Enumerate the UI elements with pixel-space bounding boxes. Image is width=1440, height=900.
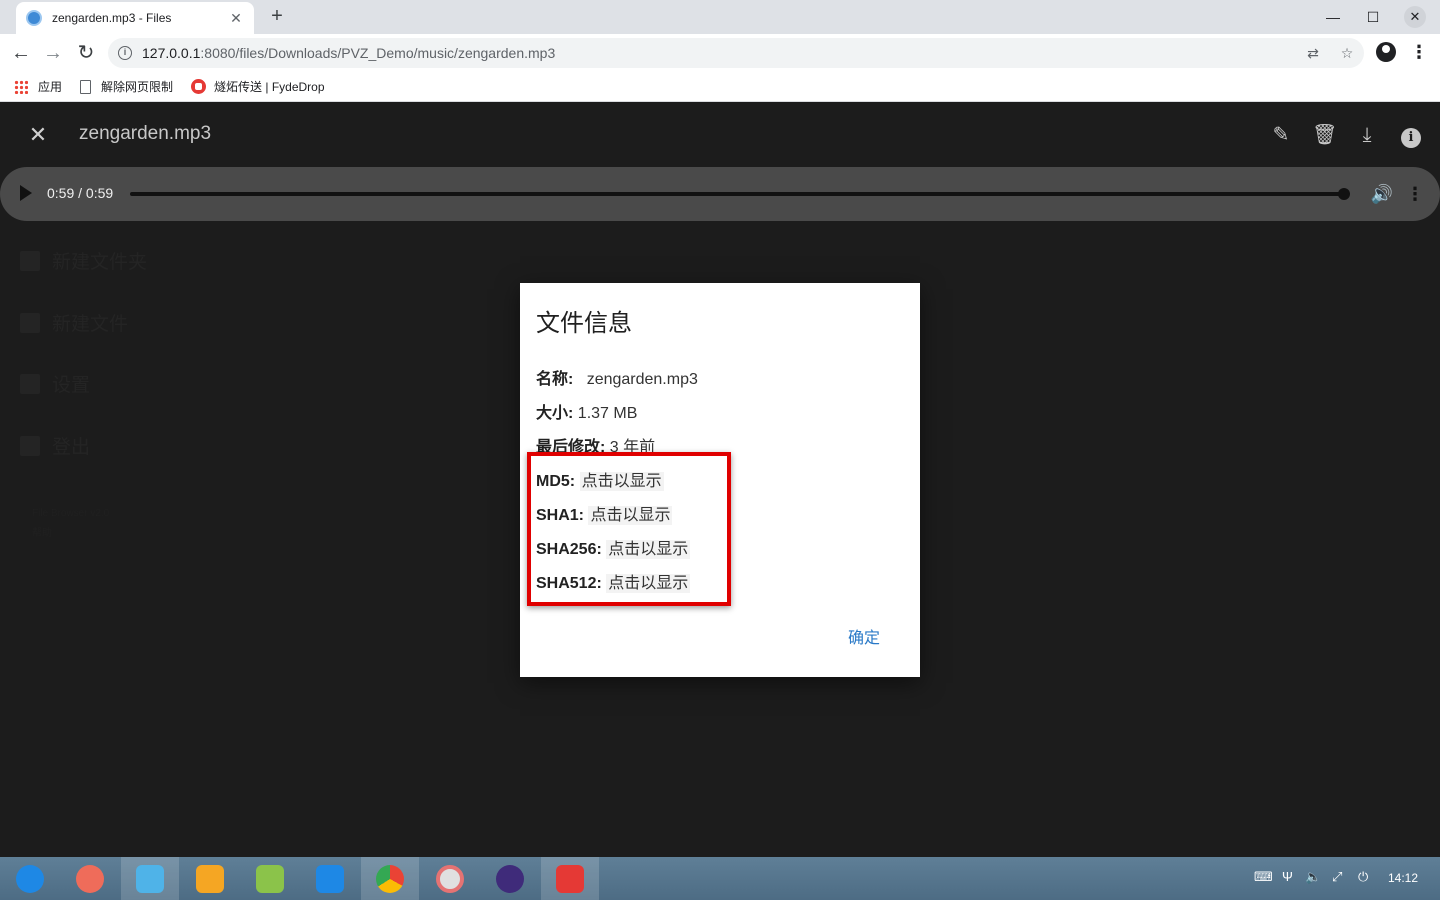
sidebar-item-label: 新建文件夹 (52, 252, 148, 273)
file-manager-icon (136, 864, 164, 893)
new-folder-icon (20, 250, 40, 271)
logout-icon (20, 435, 40, 456)
audio-player: 0:59 / 0:59 🔊 ⋮ (0, 167, 1440, 221)
fydedrop-icon (191, 79, 207, 94)
sidebar-footer-help[interactable]: 帮助 (32, 524, 52, 539)
bookmark-label: 燧炻传送 | FydeDrop (214, 80, 325, 94)
bookmark-fydedrop[interactable]: 燧炻传送 | FydeDrop (191, 78, 325, 95)
translate-icon[interactable]: ⇄ (1304, 43, 1322, 63)
bookmark-unlock-page[interactable]: 解除网页限制 (80, 78, 173, 95)
taskbar-music[interactable] (241, 857, 299, 900)
system-monitor-icon (496, 864, 524, 893)
music-player-icon (256, 864, 284, 893)
bookmark-apps[interactable]: 应用 (14, 78, 62, 95)
files-favicon-icon (26, 10, 42, 26)
url-text: 127.0.0.1:8080/files/Downloads/PVZ_Demo/… (142, 45, 555, 61)
terminal-icon (556, 864, 584, 893)
viewer-file-name: zengarden.mp3 (79, 123, 212, 144)
taskbar-chrome[interactable] (361, 857, 419, 900)
close-viewer-icon[interactable]: ✕ (26, 123, 50, 147)
close-tab-icon[interactable]: ✕ (228, 10, 244, 27)
back-arrow-icon[interactable]: ← (8, 40, 34, 66)
site-info-icon[interactable]: i (118, 46, 132, 60)
taskbar-file-manager[interactable] (121, 857, 179, 900)
playback-time: 0:59 / 0:59 (47, 185, 114, 201)
profile-avatar-icon[interactable] (1376, 42, 1396, 62)
browser-toolbar: ← → ↻ i 127.0.0.1:8080/files/Downloads/P… (0, 34, 1440, 72)
volume-tray-icon[interactable]: 🔈 (1305, 869, 1321, 885)
seek-thumb[interactable] (1338, 188, 1350, 200)
taskbar-video[interactable] (301, 857, 359, 900)
rename-pencil-icon[interactable]: ✎ (1269, 123, 1293, 147)
reload-icon[interactable]: ↻ (73, 40, 99, 66)
bookmark-label: 解除网页限制 (101, 80, 174, 94)
network-icon[interactable]: ⤢ (1332, 869, 1342, 885)
sidebar-footer-version: File Browser v2.0 (32, 508, 110, 519)
delete-trash-icon[interactable]: 🗑 (1312, 123, 1337, 147)
play-icon[interactable] (20, 185, 32, 201)
browser-menu-icon[interactable]: ⋮ (1410, 41, 1428, 63)
tab-title: zengarden.mp3 - Files (52, 11, 172, 25)
close-window-icon[interactable]: ✕ (1404, 6, 1426, 28)
taskbar-system-monitor[interactable] (481, 857, 539, 900)
clock[interactable]: 14:12 (1388, 871, 1418, 885)
app-store-icon (196, 864, 224, 893)
sidebar-item-settings[interactable]: 设置 (20, 370, 90, 397)
sidebar-item-label: 设置 (52, 375, 91, 396)
chrome-icon (376, 864, 404, 893)
video-player-icon (316, 864, 344, 893)
ok-button[interactable]: 确定 (848, 624, 880, 648)
file-info-dialog: 文件信息 名称: zengarden.mp3 大小: 1.37 MB 最后修改:… (520, 283, 920, 677)
power-icon[interactable]: ⏻ (1358, 869, 1368, 885)
apps-grid-icon (14, 79, 28, 94)
settings-icon (20, 373, 40, 394)
viewer-header: ✕ zengarden.mp3 ✎ 🗑 ⤓ i (0, 103, 1440, 167)
settings-gear-icon (436, 864, 464, 893)
maximize-window-icon[interactable]: ☐ (1362, 6, 1384, 28)
address-bar[interactable]: i 127.0.0.1:8080/files/Downloads/PVZ_Dem… (108, 38, 1364, 68)
volume-icon[interactable]: 🔊 (1370, 182, 1394, 206)
url-host: 127.0.0.1 (142, 45, 201, 61)
usb-icon[interactable]: Ψ (1282, 869, 1293, 884)
bookmark-label: 应用 (38, 80, 63, 94)
page-icon (80, 79, 92, 94)
sidebar-item-label: 登出 (52, 437, 91, 458)
taskbar-screen-recorder[interactable] (61, 857, 119, 900)
info-icon[interactable]: i (1399, 123, 1423, 148)
new-tab-button[interactable]: + (266, 6, 288, 28)
seek-bar[interactable] (130, 192, 1344, 196)
sidebar-item-label: 新建文件 (52, 314, 129, 335)
taskbar-terminal[interactable] (541, 857, 599, 900)
launcher-button[interactable] (1, 857, 59, 900)
size-label: 大小: (536, 405, 574, 422)
bookmarks-bar: 应用 解除网页限制 燧炻传送 | FydeDrop (0, 72, 1440, 102)
taskbar-settings[interactable] (421, 857, 479, 900)
taskbar: ⌨ Ψ 🔈 ⤢ ⏻ 14:12 (0, 857, 1440, 900)
name-label: 名称: (536, 371, 574, 388)
size-value: 1.37 MB (577, 405, 638, 422)
hash-highlight-box (527, 452, 731, 606)
url-path: :8080/files/Downloads/PVZ_Demo/music/zen… (200, 45, 556, 61)
browser-tab[interactable]: zengarden.mp3 - Files ✕ (16, 2, 254, 34)
minimize-window-icon[interactable]: — (1322, 6, 1344, 28)
taskbar-app-store[interactable] (181, 857, 239, 900)
browser-tab-bar: zengarden.mp3 - Files ✕ + — ☐ ✕ (0, 0, 1440, 34)
sidebar-item-new-folder[interactable]: 新建文件夹 (20, 247, 147, 274)
dialog-title: 文件信息 (536, 310, 632, 337)
deepin-launcher-icon (16, 864, 44, 893)
player-more-icon[interactable]: ⋮ (1406, 182, 1424, 206)
new-file-icon (20, 312, 40, 333)
screen-recorder-icon (76, 864, 104, 893)
forward-arrow-icon[interactable]: → (40, 40, 66, 66)
info-size-row: 大小: 1.37 MB (536, 399, 637, 423)
sidebar-item-new-file[interactable]: 新建文件 (20, 309, 128, 336)
download-icon[interactable]: ⤓ (1355, 123, 1379, 147)
name-value: zengarden.mp3 (586, 371, 698, 388)
info-name-row: 名称: zengarden.mp3 (536, 365, 698, 389)
sidebar-item-logout[interactable]: 登出 (20, 432, 90, 459)
keyboard-icon[interactable]: ⌨ (1254, 869, 1273, 885)
bookmark-star-icon[interactable]: ☆ (1338, 43, 1356, 63)
